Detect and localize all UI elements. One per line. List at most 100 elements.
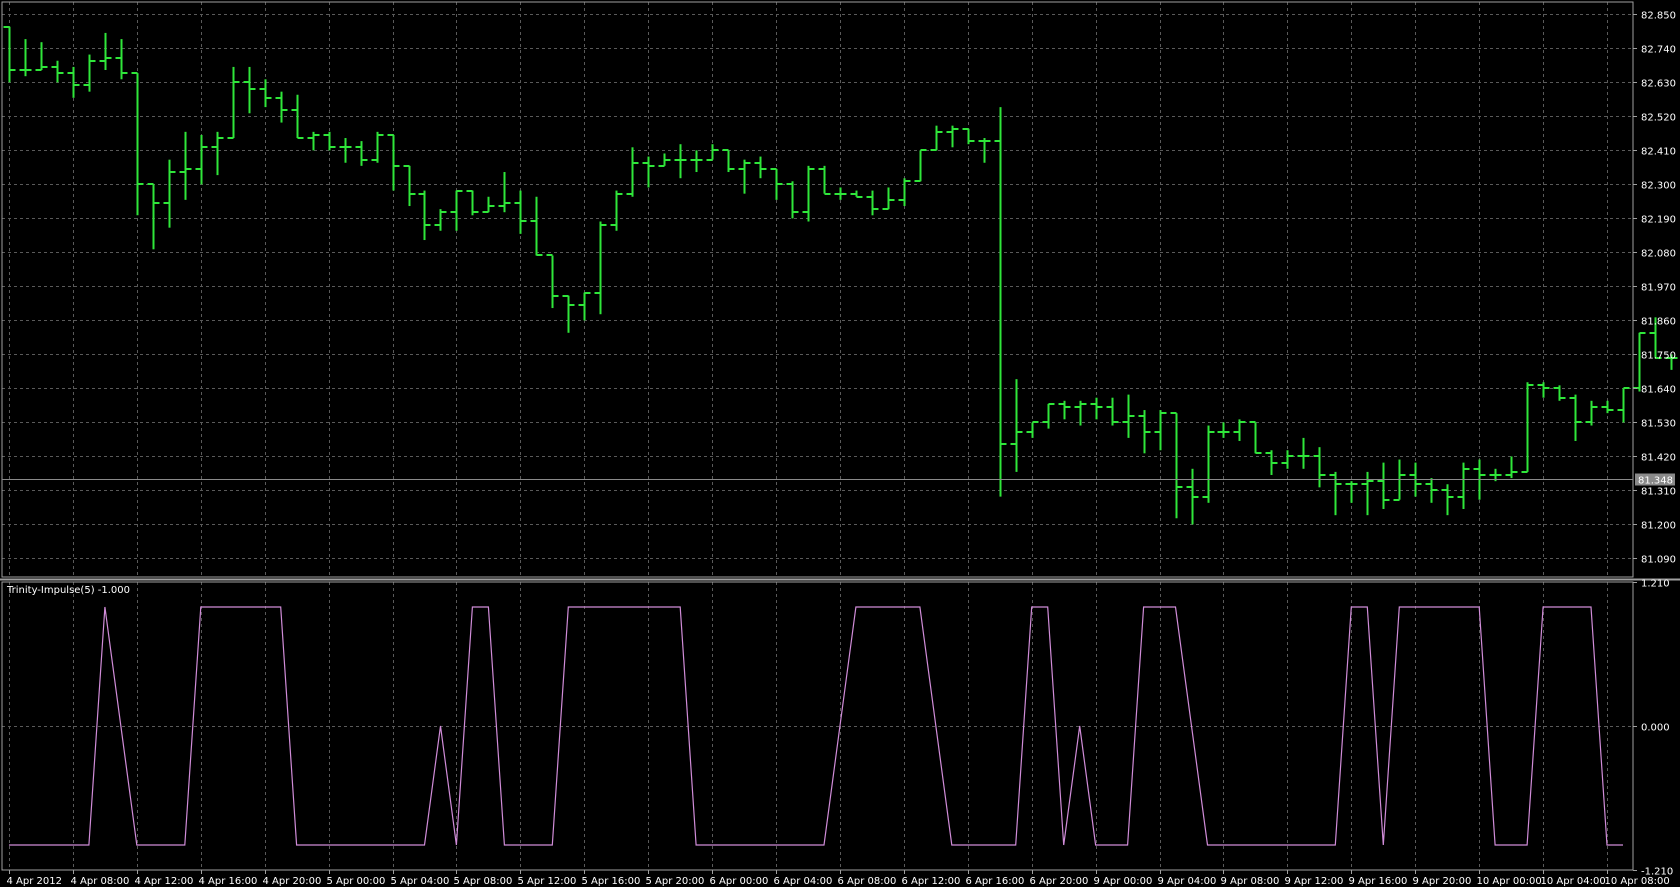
indicator-grid (2, 582, 1633, 870)
ohlc-bar (147, 183, 160, 250)
ohlc-bar (211, 131, 224, 176)
ohlc-bar (1217, 422, 1230, 438)
price-tick-label: 81.970 (1641, 283, 1676, 294)
ohlc-bar (1537, 382, 1550, 398)
ohlc-bar (722, 149, 735, 173)
ohlc-bar (530, 196, 543, 256)
ohlc-bar (51, 60, 64, 83)
ohlc-bar (578, 292, 591, 321)
time-tick-label: 6 Apr 20:00 (1030, 876, 1089, 887)
ohlc-bar (1521, 382, 1534, 473)
ohlc-bar (1553, 385, 1566, 401)
ohlc-bar (946, 125, 959, 148)
ohlc-bar (754, 156, 767, 179)
time-tick-label: 9 Apr 08:00 (1221, 876, 1280, 887)
ohlc-bar (450, 190, 463, 231)
ohlc-bar (1233, 419, 1246, 441)
ohlc-bar (1585, 400, 1598, 426)
ohlc-bar (99, 32, 112, 71)
time-tick-label: 10 Apr 04:00 (1541, 876, 1606, 887)
indicator-name: Trinity-Impulse(5) -1.000 (6, 585, 130, 596)
ohlc-bar (1633, 332, 1646, 392)
ohlc-bar (1042, 403, 1055, 429)
ohlc-bar (259, 79, 272, 108)
price-tick-label: 82.740 (1641, 45, 1676, 56)
ohlc-bar (1377, 462, 1390, 509)
ohlc-bar (930, 125, 943, 151)
ohlc-bar (1345, 481, 1358, 503)
time-tick-label: 9 Apr 00:00 (1094, 876, 1153, 887)
current-price-marker: 81.348 (2, 473, 1675, 487)
ohlc-bar (339, 138, 352, 163)
ohlc-bar (642, 156, 655, 188)
price-grid (2, 2, 1633, 577)
indicator-tick-label: 1.210 (1641, 579, 1670, 590)
ohlc-bar (866, 190, 879, 216)
ohlc-bar (227, 66, 240, 139)
ohlc-bar (1441, 484, 1454, 516)
ohlc-bar (1601, 400, 1614, 414)
ohlc-bar (658, 153, 671, 167)
ohlc-bar (546, 254, 559, 309)
ohlc-bar (914, 149, 927, 182)
price-tick-label: 82.080 (1641, 249, 1676, 260)
ohlc-bar (1058, 400, 1071, 420)
price-tick-label: 81.750 (1641, 351, 1676, 362)
ohlc-bar (594, 221, 607, 315)
ohlc-bar (387, 134, 400, 191)
ohlc-bar (1122, 394, 1135, 438)
time-tick-label: 4 Apr 2012 (7, 876, 62, 887)
ohlc-bar (35, 42, 48, 71)
ohlc-bar (1106, 397, 1119, 426)
ohlc-bar (1617, 387, 1630, 423)
ohlc-bar (850, 190, 863, 198)
price-tick-label: 81.310 (1641, 487, 1676, 498)
ohlc-bar (434, 209, 447, 231)
time-axis: 4 Apr 2012 4 Apr 08:00 4 Apr 12:00 4 Apr 16… (7, 870, 1670, 887)
time-tick-label: 9 Apr 16:00 (1349, 876, 1408, 887)
ohlc-bar (323, 131, 336, 151)
ohlc-bar (1265, 450, 1278, 475)
time-tick-label: 5 Apr 20:00 (646, 876, 705, 887)
time-tick-label: 4 Apr 12:00 (135, 876, 194, 887)
price-tick-label: 82.410 (1641, 147, 1676, 158)
ohlc-bar (307, 131, 320, 151)
trading-chart[interactable]: 82.850 82.740 82.630 82.520 82.410 82.300 82.1… (0, 0, 1680, 887)
ohlc-bar (1090, 397, 1103, 420)
price-tick-label: 82.520 (1641, 113, 1676, 124)
time-tick-label: 6 Apr 00:00 (710, 876, 769, 887)
ohlc-bar (1569, 394, 1582, 441)
ohlc-bar (1202, 425, 1215, 503)
ohlc-bar (131, 72, 144, 216)
indicator-tick-label: 0.000 (1641, 723, 1670, 734)
ohlc-bar (466, 190, 479, 216)
ohlc-bar (1505, 456, 1518, 479)
time-tick-label: 5 Apr 12:00 (518, 876, 577, 887)
ohlc-bar (243, 66, 256, 114)
ohlc-bar (834, 187, 847, 200)
price-tick-label: 82.190 (1641, 215, 1676, 226)
price-bars (3, 26, 1678, 525)
ohlc-bar (994, 107, 1007, 497)
time-tick-label: 4 Apr 08:00 (71, 876, 130, 887)
ohlc-bar (1186, 468, 1199, 525)
indicator-line (9, 606, 1623, 846)
ohlc-bar (1138, 410, 1151, 454)
ohlc-bar (738, 159, 751, 194)
ohlc-bar (418, 190, 431, 241)
time-tick-label: 6 Apr 08:00 (838, 876, 897, 887)
time-tick-label: 10 Apr 08:00 (1605, 876, 1670, 887)
ohlc-bar (882, 187, 895, 210)
price-tick-label: 82.630 (1641, 79, 1676, 90)
ohlc-bar (1026, 421, 1039, 438)
time-tick-label: 4 Apr 20:00 (263, 876, 322, 887)
ohlc-bar (962, 128, 975, 145)
ohlc-bar (1281, 450, 1294, 469)
ohlc-bar (482, 196, 495, 213)
ohlc-bar (610, 190, 623, 231)
indicator-axis: 1.2100.000-1.210 (1633, 579, 1673, 878)
ohlc-bar (818, 165, 831, 195)
time-tick-label: 5 Apr 04:00 (391, 876, 450, 887)
time-tick-label: 9 Apr 04:00 (1158, 876, 1217, 887)
ohlc-bar (562, 295, 575, 333)
